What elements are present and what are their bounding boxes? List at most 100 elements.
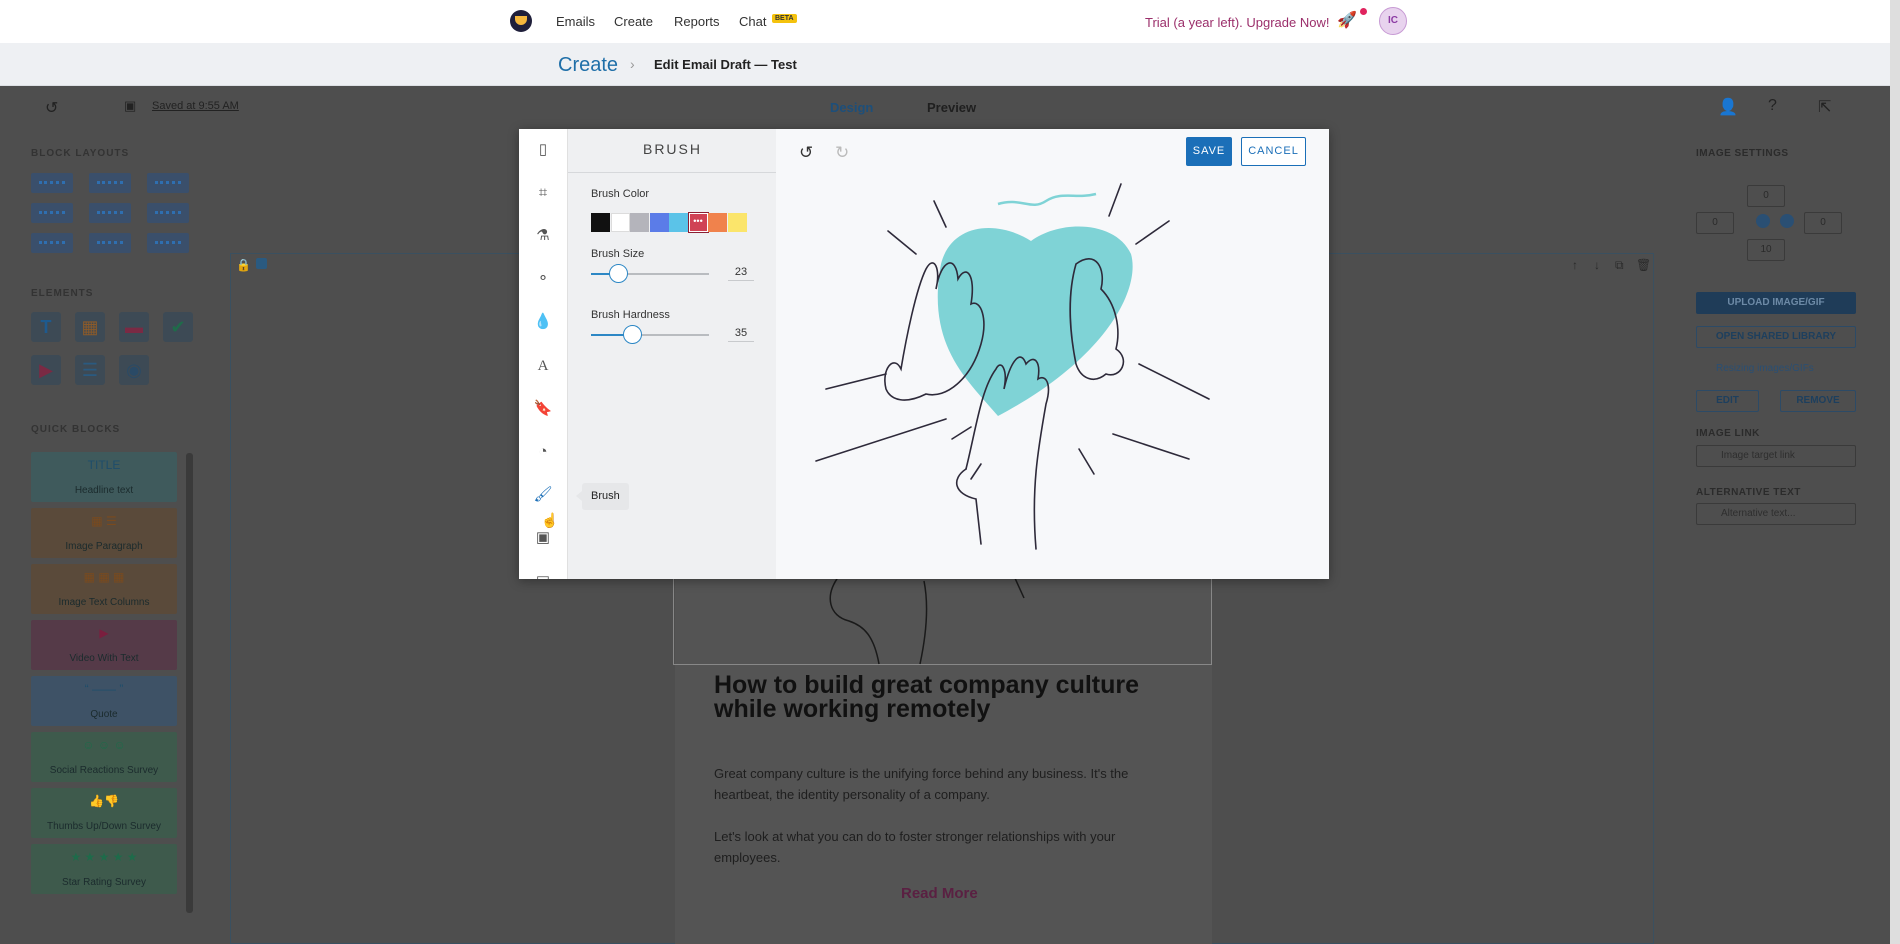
frame-icon[interactable]: ▣ bbox=[533, 528, 553, 548]
quick-block-star-rating[interactable]: ★ ★ ★ ★ ★ Star Rating Survey bbox=[31, 844, 177, 894]
brush-hardness-handle[interactable] bbox=[623, 325, 643, 344]
color-swatch[interactable]: ••• bbox=[687, 212, 709, 233]
page-scrollbar[interactable] bbox=[1890, 0, 1900, 944]
sticker-icon[interactable]: 🔖 bbox=[533, 399, 553, 419]
crop-icon[interactable]: ⌗ bbox=[533, 183, 553, 203]
undo-icon[interactable]: ↺ bbox=[45, 98, 58, 118]
tab-design[interactable]: Design bbox=[830, 100, 873, 115]
email-paragraph[interactable]: Great company culture is the unifying fo… bbox=[714, 763, 1184, 805]
add-padding-icon[interactable] bbox=[1780, 214, 1794, 228]
help-icon[interactable]: ? bbox=[1768, 97, 1777, 115]
left-panel-scrollbar[interactable] bbox=[186, 453, 193, 913]
alt-text-input[interactable]: Alternative text... bbox=[1696, 503, 1856, 525]
remove-image-button[interactable]: REMOVE bbox=[1780, 390, 1856, 412]
padding-right-input[interactable]: 0 bbox=[1804, 212, 1842, 234]
layout-thumb[interactable] bbox=[31, 203, 73, 223]
brush-size-handle[interactable] bbox=[609, 264, 629, 283]
document-icon[interactable]: ▯ bbox=[533, 140, 553, 160]
more-tools-icon[interactable]: ▭ bbox=[533, 569, 553, 579]
duplicate-icon[interactable]: ⧉ bbox=[1615, 258, 1624, 273]
trial-upgrade-link[interactable]: Trial (a year left). Upgrade Now! bbox=[1145, 15, 1329, 30]
shape-icon[interactable]: ◔ bbox=[533, 442, 553, 462]
nav-emails[interactable]: Emails bbox=[556, 14, 595, 29]
padding-left-input[interactable]: 0 bbox=[1696, 212, 1734, 234]
redo-icon[interactable]: ↻ bbox=[835, 143, 849, 163]
quick-block-social-reactions[interactable]: ☺ ☺ ☺ Social Reactions Survey bbox=[31, 732, 177, 782]
quick-block-thumbs-survey[interactable]: 👍👎 Thumbs Up/Down Survey bbox=[31, 788, 177, 838]
email-paragraph[interactable]: Let's look at what you can do to foster … bbox=[714, 826, 1184, 868]
brush-hardness-value[interactable]: 35 bbox=[728, 327, 754, 342]
color-swatch[interactable] bbox=[610, 213, 630, 232]
select-checkbox[interactable] bbox=[256, 258, 267, 269]
brush-size-value[interactable]: 23 bbox=[728, 266, 754, 281]
text-tool-icon[interactable]: A bbox=[533, 356, 553, 376]
move-down-icon[interactable]: ↓ bbox=[1594, 258, 1600, 272]
padding-top-input[interactable]: 0 bbox=[1747, 185, 1785, 207]
move-up-icon[interactable]: ↑ bbox=[1572, 258, 1578, 272]
selected-image-block[interactable] bbox=[673, 575, 1212, 665]
share-icon[interactable]: ⇱ bbox=[1818, 97, 1831, 117]
video-element-icon[interactable]: ▶ bbox=[31, 355, 61, 385]
layout-thumb[interactable] bbox=[89, 173, 131, 193]
image-canvas[interactable]: ↺ ↻ bbox=[776, 129, 1329, 579]
rocket-icon[interactable]: 🚀 bbox=[1337, 10, 1357, 30]
edit-image-button[interactable]: EDIT bbox=[1696, 390, 1759, 412]
color-swatch[interactable] bbox=[708, 213, 727, 232]
color-swatch[interactable] bbox=[649, 213, 669, 232]
add-user-icon[interactable]: 👤 bbox=[1718, 97, 1738, 117]
quick-block-icon: TITLE bbox=[87, 458, 121, 472]
layout-thumb[interactable] bbox=[147, 233, 189, 253]
layout-thumb[interactable] bbox=[89, 203, 131, 223]
layout-thumb[interactable] bbox=[31, 173, 73, 193]
color-swatch[interactable] bbox=[630, 213, 649, 232]
quick-block-quote[interactable]: “ —— ” Quote bbox=[31, 676, 177, 726]
quick-block-video-with-text[interactable]: ▶ Video With Text bbox=[31, 620, 177, 670]
quick-block-image-paragraph[interactable]: ▦ ☰ Image Paragraph bbox=[31, 508, 177, 558]
text-element-icon[interactable]: T bbox=[31, 312, 61, 342]
brush-size-slider[interactable] bbox=[591, 264, 709, 283]
nav-create[interactable]: Create bbox=[614, 14, 653, 29]
nav-reports[interactable]: Reports bbox=[674, 14, 720, 29]
quick-block-headline[interactable]: TITLE Headline text bbox=[31, 452, 177, 502]
button-element-icon[interactable]: ▬ bbox=[119, 312, 149, 342]
read-more-link[interactable]: Read More bbox=[901, 885, 978, 902]
color-swatch[interactable] bbox=[727, 213, 747, 232]
cancel-button[interactable]: CANCEL bbox=[1241, 137, 1306, 166]
divider-element-icon[interactable]: ☰ bbox=[75, 355, 105, 385]
social-element-icon[interactable]: ◉ bbox=[119, 355, 149, 385]
save-button[interactable]: SAVE bbox=[1186, 137, 1232, 166]
filter-flask-icon[interactable]: ⚗ bbox=[533, 226, 553, 246]
saved-status[interactable]: Saved at 9:55 AM bbox=[152, 100, 239, 112]
layout-thumb[interactable] bbox=[89, 233, 131, 253]
upload-image-button[interactable]: UPLOAD IMAGE/GIF bbox=[1696, 292, 1856, 314]
drop-icon[interactable]: 💧 bbox=[533, 312, 553, 332]
undo-icon[interactable]: ↺ bbox=[799, 143, 813, 163]
layout-thumb[interactable] bbox=[31, 233, 73, 253]
layout-thumb[interactable] bbox=[147, 203, 189, 223]
color-swatch[interactable] bbox=[591, 213, 610, 232]
layout-thumb[interactable] bbox=[147, 173, 189, 193]
avatar[interactable]: IC bbox=[1379, 7, 1407, 35]
image-element-icon[interactable]: ▦ bbox=[75, 312, 105, 342]
open-shared-library-button[interactable]: OPEN SHARED LIBRARY bbox=[1696, 326, 1856, 348]
check-element-icon[interactable]: ✔ bbox=[163, 312, 193, 342]
image-editor-modal: ▯ ⌗ ⚗ ⚬ 💧 A 🔖 ◔ 🖌 ▣ ▭ ☝ BRUSH Brush Colo… bbox=[519, 129, 1329, 579]
tab-preview[interactable]: Preview bbox=[927, 100, 976, 115]
adjust-icon[interactable]: ⚬ bbox=[533, 269, 553, 289]
app-logo-icon[interactable] bbox=[510, 10, 532, 32]
nav-chat[interactable]: Chat bbox=[739, 14, 766, 29]
quick-block-image-text-columns[interactable]: ▦ ▦ ▦ Image Text Columns bbox=[31, 564, 177, 614]
brush-size-label: Brush Size bbox=[591, 248, 645, 260]
color-swatch[interactable] bbox=[669, 213, 688, 232]
brush-icon[interactable]: 🖌 bbox=[533, 485, 553, 505]
link-padding-icon[interactable] bbox=[1756, 214, 1770, 228]
padding-bottom-input[interactable]: 10 bbox=[1747, 239, 1785, 261]
breadcrumb-create[interactable]: Create bbox=[558, 54, 618, 77]
brush-hardness-slider[interactable] bbox=[591, 325, 709, 344]
delete-icon[interactable]: 🗑 bbox=[1636, 258, 1651, 272]
resizing-images-link[interactable]: Resizing images/GIFs bbox=[1716, 363, 1814, 374]
lock-icon[interactable]: 🔒 bbox=[236, 258, 251, 272]
image-link-input[interactable]: Image target link bbox=[1696, 445, 1856, 467]
email-heading[interactable]: How to build great company culture while… bbox=[714, 673, 1174, 722]
save-disk-icon: ▣ bbox=[124, 98, 137, 113]
